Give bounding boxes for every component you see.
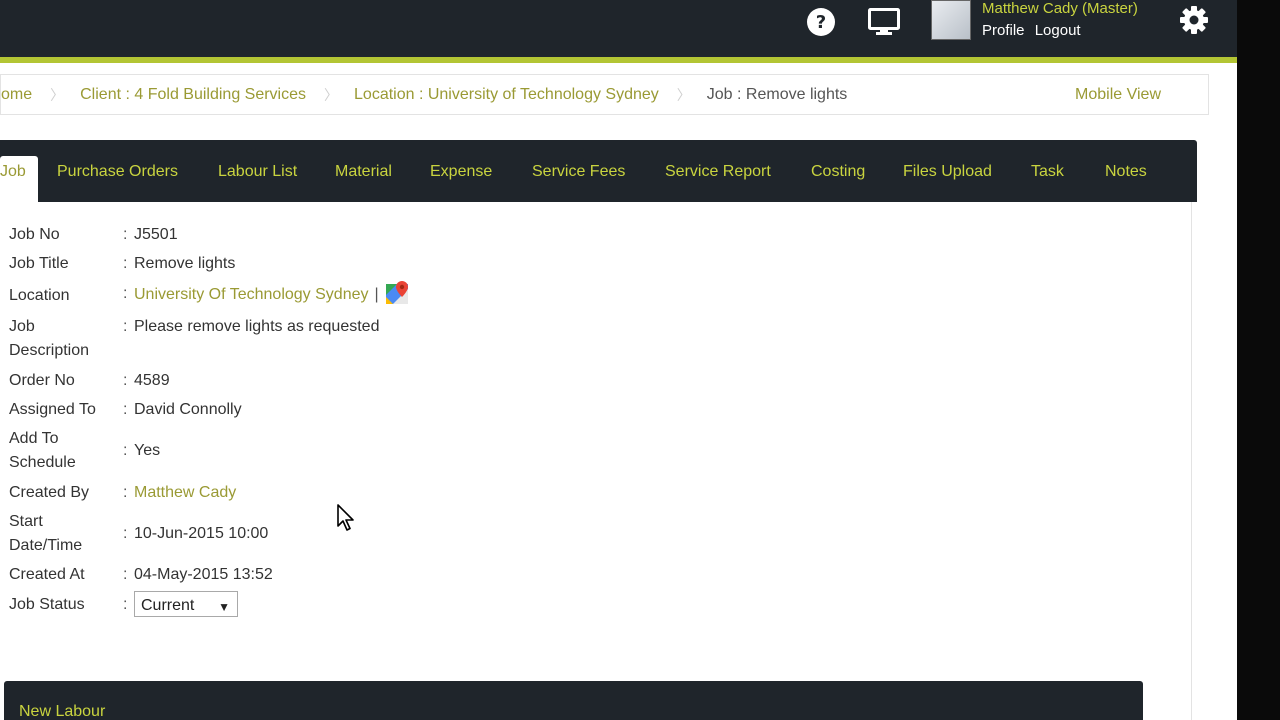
job-no-value: J5501 [134, 226, 178, 243]
created-at-value: 04-May-2015 13:52 [134, 566, 273, 583]
location-separator: | [374, 286, 379, 304]
add-to-schedule-value: Yes [134, 442, 161, 459]
created-at-label: Created At [9, 566, 85, 583]
colon: : [123, 566, 128, 583]
add-to-schedule-label-2: Schedule [9, 454, 76, 471]
colon: : [123, 226, 128, 243]
job-status-select[interactable]: Current ▼ [134, 591, 238, 617]
add-to-schedule-label-1: Add To [9, 430, 59, 447]
help-icon[interactable]: ? [804, 6, 838, 38]
job-title-label: Job Title [9, 255, 69, 272]
window-edge [1237, 0, 1280, 720]
colon: : [123, 442, 128, 459]
tab-labour-list[interactable]: Labour List [218, 140, 297, 202]
job-details-panel: Job No : J5501 Job Title : Remove lights… [0, 202, 1192, 720]
google-maps-icon[interactable] [385, 280, 411, 306]
new-labour-panel: New Labour [4, 681, 1143, 720]
tab-notes[interactable]: Notes [1105, 140, 1147, 202]
start-datetime-value: 10-Jun-2015 10:00 [134, 525, 269, 542]
assigned-to-label: Assigned To [9, 401, 96, 418]
breadcrumb-separator: 〉 [324, 86, 339, 103]
colon: : [123, 372, 128, 389]
colon: : [123, 596, 128, 613]
tab-service-fees[interactable]: Service Fees [532, 140, 625, 202]
mouse-cursor-icon [336, 504, 356, 537]
breadcrumb-client[interactable]: Client : 4 Fold Building Services [80, 86, 318, 104]
monitor-icon[interactable] [867, 6, 901, 38]
user-name: Matthew Cady (Master) [982, 0, 1138, 17]
job-description-label-2: Description [9, 342, 90, 359]
created-by-link[interactable]: Matthew Cady [134, 481, 236, 505]
tab-costing[interactable]: Costing [811, 140, 865, 202]
job-description-value: Please remove lights as requested [134, 318, 380, 335]
breadcrumb-home[interactable]: ome [1, 86, 44, 104]
breadcrumb-separator: 〉 [50, 86, 65, 103]
colon: : [123, 484, 128, 501]
order-no-label: Order No [9, 372, 75, 389]
tab-purchase-orders[interactable]: Purchase Orders [57, 140, 178, 202]
top-header: ? Matthew Cady (Master) Profile Logout [0, 0, 1237, 57]
new-labour-title[interactable]: New Labour [19, 703, 105, 720]
tab-service-report[interactable]: Service Report [665, 140, 771, 202]
location-label: Location [9, 287, 70, 304]
breadcrumb: ome 〉 Client : 4 Fold Building Services … [0, 74, 1209, 115]
tab-material[interactable]: Material [335, 140, 392, 202]
colon: : [123, 318, 128, 335]
tab-task[interactable]: Task [1031, 140, 1064, 202]
logout-link[interactable]: Logout [1035, 22, 1081, 39]
chevron-down-icon: ▼ [218, 600, 230, 614]
user-block: Matthew Cady (Master) Profile Logout [982, 0, 1138, 39]
tab-expense[interactable]: Expense [430, 140, 492, 202]
svg-text:?: ? [816, 12, 826, 33]
gear-icon[interactable] [1177, 4, 1211, 36]
header-accent-line [0, 57, 1237, 63]
breadcrumb-job: Job : Remove lights [706, 85, 848, 103]
start-datetime-label-1: Start [9, 513, 43, 530]
breadcrumb-separator: 〉 [676, 86, 691, 103]
job-status-label: Job Status [9, 596, 85, 613]
avatar[interactable] [931, 0, 971, 40]
order-no-value: 4589 [134, 372, 170, 389]
job-no-label: Job No [9, 226, 60, 243]
start-datetime-label-2: Date/Time [9, 537, 83, 554]
job-description-label-1: Job [9, 318, 35, 335]
tab-bar: Job Purchase Orders Labour List Material… [0, 140, 1197, 202]
job-status-row: Job Status : Current ▼ [9, 591, 309, 619]
created-by-label: Created By [9, 484, 90, 501]
colon: : [123, 285, 128, 302]
job-title-value: Remove lights [134, 255, 236, 272]
tab-job[interactable]: Job [0, 156, 38, 202]
location-link[interactable]: University Of Technology Sydney [134, 286, 368, 303]
tab-files-upload[interactable]: Files Upload [903, 140, 992, 202]
colon: : [123, 525, 128, 542]
colon: : [123, 401, 128, 418]
job-status-value: Current [141, 597, 195, 614]
colon: : [123, 255, 128, 272]
breadcrumb-location[interactable]: Location : University of Technology Sydn… [354, 86, 671, 104]
profile-link[interactable]: Profile [982, 22, 1025, 39]
mobile-view-link[interactable]: Mobile View [1075, 86, 1161, 104]
assigned-to-value: David Connolly [134, 401, 242, 418]
